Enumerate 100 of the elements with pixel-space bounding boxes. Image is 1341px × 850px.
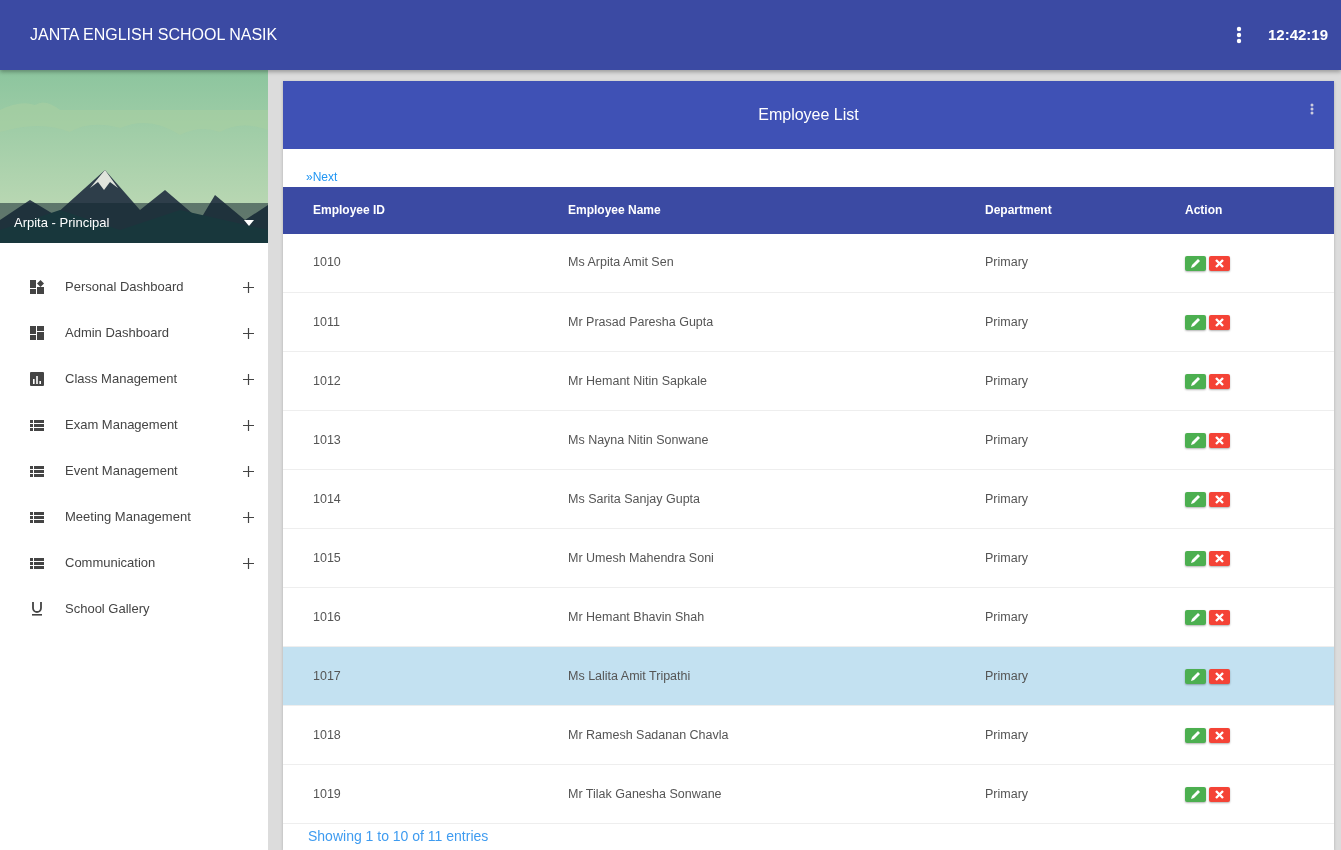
plus-icon[interactable] bbox=[243, 557, 254, 569]
delete-button[interactable] bbox=[1209, 668, 1230, 684]
table-cell: 1016 bbox=[283, 587, 538, 647]
pencil-icon bbox=[1190, 493, 1201, 505]
edit-button[interactable] bbox=[1185, 550, 1206, 566]
edit-button[interactable] bbox=[1185, 786, 1206, 802]
table-cell: Primary bbox=[955, 528, 1155, 588]
close-icon bbox=[1215, 258, 1224, 268]
list-icon bbox=[30, 464, 44, 478]
table-cell: 1011 bbox=[283, 292, 538, 352]
close-icon bbox=[1215, 671, 1224, 681]
plus-icon[interactable] bbox=[243, 373, 254, 385]
close-icon bbox=[1215, 789, 1224, 799]
delete-button[interactable] bbox=[1209, 314, 1230, 330]
delete-button[interactable] bbox=[1209, 373, 1230, 389]
pencil-icon bbox=[1190, 552, 1201, 564]
table-cell: Mr Prasad Paresha Gupta bbox=[538, 292, 955, 352]
menu-item[interactable]: Personal Dashboard bbox=[65, 277, 243, 297]
menu-item[interactable]: Admin Dashboard bbox=[65, 323, 243, 343]
underline-icon bbox=[30, 602, 44, 616]
edit-button[interactable] bbox=[1185, 609, 1206, 625]
column-header: Employee Name bbox=[538, 186, 955, 234]
table-cell: 1010 bbox=[283, 233, 538, 293]
edit-button[interactable] bbox=[1185, 491, 1206, 507]
edit-button[interactable] bbox=[1185, 432, 1206, 448]
pencil-icon bbox=[1190, 434, 1201, 446]
chart-icon bbox=[30, 372, 44, 386]
edit-button[interactable] bbox=[1185, 668, 1206, 684]
table-cell: 1014 bbox=[283, 469, 538, 529]
entries-info: Showing 1 to 10 of 11 entries bbox=[307, 827, 490, 845]
menu-item[interactable]: Class Management bbox=[65, 369, 243, 389]
delete-button[interactable] bbox=[1209, 491, 1230, 507]
table-cell: 1017 bbox=[283, 646, 538, 706]
table-cell: Mr Tilak Ganesha Sonwane bbox=[538, 764, 955, 824]
plus-icon[interactable] bbox=[243, 327, 254, 339]
plus-icon[interactable] bbox=[243, 419, 254, 431]
list-icon bbox=[30, 510, 44, 524]
app-title: JANTA ENGLISH SCHOOL NASIK bbox=[30, 25, 279, 45]
plus-icon[interactable] bbox=[243, 281, 254, 293]
delete-button[interactable] bbox=[1209, 550, 1230, 566]
table-cell: 1015 bbox=[283, 528, 538, 588]
close-icon bbox=[1215, 376, 1224, 386]
table-cell: Ms Lalita Amit Tripathi bbox=[538, 646, 955, 706]
edit-button[interactable] bbox=[1185, 255, 1206, 271]
table-cell: Primary bbox=[955, 587, 1155, 647]
table-cell: Primary bbox=[955, 292, 1155, 352]
table-cell: 1013 bbox=[283, 410, 538, 470]
pencil-icon bbox=[1190, 670, 1201, 682]
close-icon bbox=[1215, 553, 1224, 563]
edit-button[interactable] bbox=[1185, 314, 1206, 330]
table-cell: Mr Ramesh Sadanan Chavla bbox=[538, 705, 955, 765]
column-header: Action bbox=[1155, 186, 1334, 234]
table-cell: Ms Arpita Amit Sen bbox=[538, 233, 955, 293]
delete-button[interactable] bbox=[1209, 727, 1230, 743]
table-cell: 1018 bbox=[283, 705, 538, 765]
menu-item[interactable]: Event Management bbox=[65, 461, 243, 481]
table-cell: Ms Nayna Nitin Sonwane bbox=[538, 410, 955, 470]
pencil-icon bbox=[1190, 611, 1201, 623]
pencil-icon bbox=[1190, 316, 1201, 328]
table-cell: Primary bbox=[955, 351, 1155, 411]
table-cell: Mr Hemant Bhavin Shah bbox=[538, 587, 955, 647]
table-cell: Mr Umesh Mahendra Soni bbox=[538, 528, 955, 588]
table-cell: Primary bbox=[955, 233, 1155, 293]
table-cell: Primary bbox=[955, 410, 1155, 470]
card-title: Employee List bbox=[758, 105, 859, 125]
dashboard-icon bbox=[30, 280, 44, 294]
table-cell: Primary bbox=[955, 705, 1155, 765]
close-icon bbox=[1215, 730, 1224, 740]
table-cell: Ms Sarita Sanjay Gupta bbox=[538, 469, 955, 529]
menu-item[interactable]: Communication bbox=[65, 553, 243, 573]
menu-item[interactable]: Exam Management bbox=[65, 415, 243, 435]
close-icon bbox=[1215, 435, 1224, 445]
delete-button[interactable] bbox=[1209, 432, 1230, 448]
table-cell: 1019 bbox=[283, 764, 538, 824]
plus-icon[interactable] bbox=[243, 511, 254, 523]
pencil-icon bbox=[1190, 729, 1201, 741]
close-icon bbox=[1215, 612, 1224, 622]
edit-button[interactable] bbox=[1185, 373, 1206, 389]
pencil-icon bbox=[1190, 788, 1201, 800]
delete-button[interactable] bbox=[1209, 786, 1230, 802]
table-cell: Primary bbox=[955, 469, 1155, 529]
list-icon bbox=[30, 556, 44, 570]
menu-item[interactable]: School Gallery bbox=[65, 599, 254, 619]
caret-icon[interactable] bbox=[244, 220, 254, 226]
delete-button[interactable] bbox=[1209, 255, 1230, 271]
menu-item[interactable]: Meeting Management bbox=[65, 507, 243, 527]
clock-time: 12:42:19 bbox=[1267, 24, 1328, 45]
delete-button[interactable] bbox=[1209, 609, 1230, 625]
close-icon bbox=[1215, 317, 1224, 327]
plus-icon[interactable] bbox=[243, 465, 254, 477]
dashboard-icon bbox=[30, 326, 44, 340]
table-cell: Primary bbox=[955, 764, 1155, 824]
close-icon bbox=[1215, 494, 1224, 504]
column-header: Department bbox=[955, 186, 1155, 234]
pencil-icon bbox=[1190, 375, 1201, 387]
edit-button[interactable] bbox=[1185, 727, 1206, 743]
table-cell: Primary bbox=[955, 646, 1155, 706]
card-menu-icon[interactable] bbox=[1310, 103, 1314, 115]
list-icon bbox=[30, 418, 44, 432]
pencil-icon bbox=[1190, 257, 1201, 269]
